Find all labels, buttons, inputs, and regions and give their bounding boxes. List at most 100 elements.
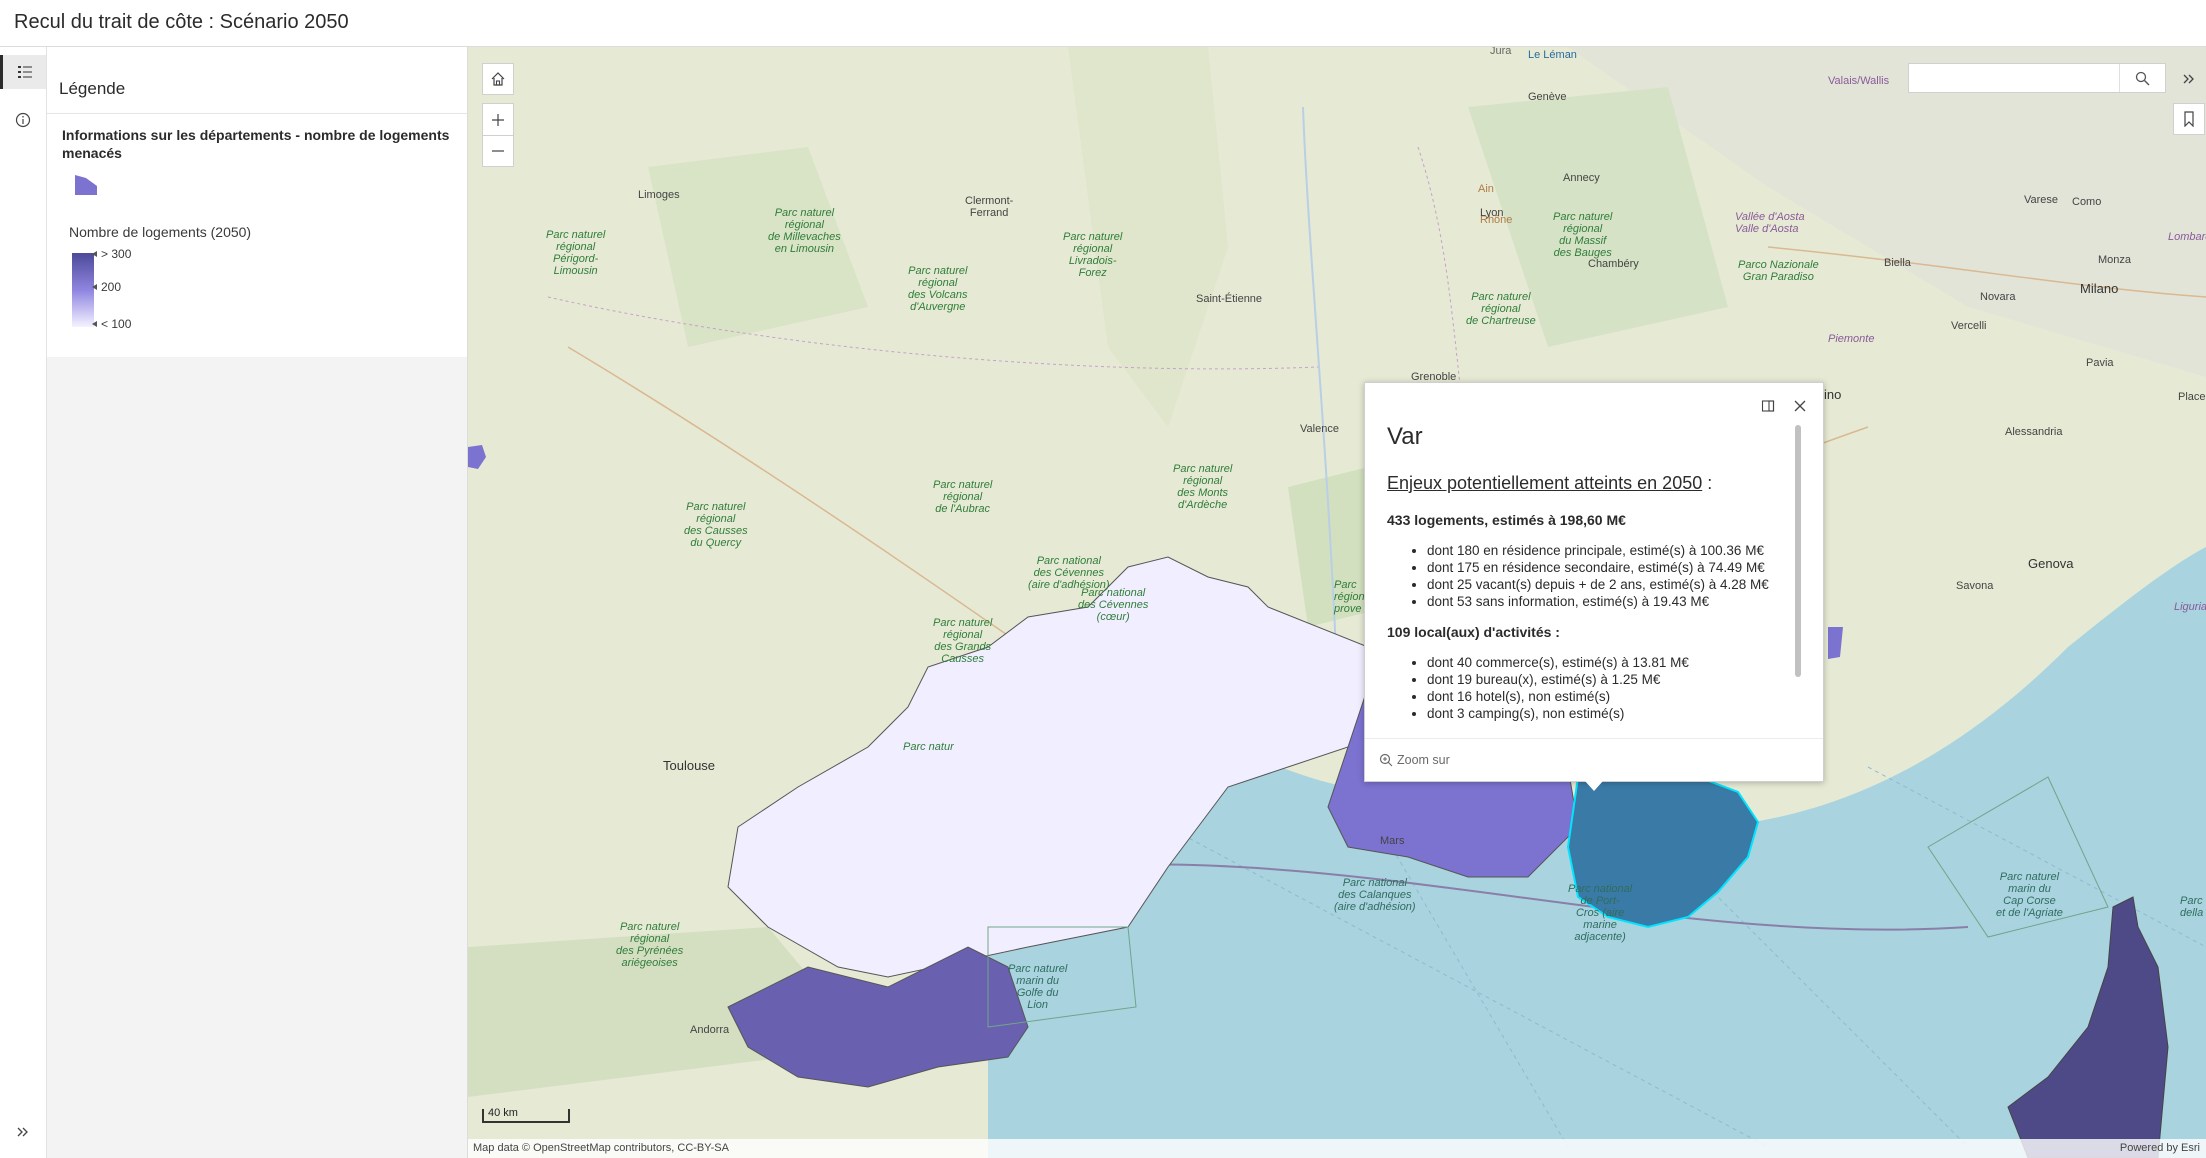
- city-label: Saint-Étienne: [1196, 293, 1263, 305]
- home-button[interactable]: [482, 63, 514, 95]
- marine-park-label: Parc della: [2180, 895, 2204, 919]
- divider: [47, 113, 467, 114]
- city-label: Novara: [1980, 291, 2016, 303]
- city-label: Vercelli: [1951, 320, 1987, 332]
- ramp-label-mid: 200: [91, 280, 122, 294]
- zoom-to-button[interactable]: Zoom sur: [1379, 753, 1450, 767]
- info-action-button[interactable]: [6, 103, 40, 137]
- attribution-text: Map data © OpenStreetMap contributors, C…: [473, 1142, 729, 1154]
- city-label: Limoges: [638, 189, 680, 201]
- city-label: Milano: [2080, 281, 2119, 296]
- city-label: Placen: [2178, 391, 2206, 403]
- zoom-in-button[interactable]: [482, 103, 514, 135]
- city-label: Como: [2072, 196, 2102, 208]
- city-label: Genève: [1528, 91, 1567, 103]
- layer-title: Informations sur les départements - nomb…: [62, 127, 450, 161]
- search-button[interactable]: [2119, 64, 2165, 92]
- dock-icon: [1761, 400, 1775, 412]
- info-icon: [15, 112, 31, 128]
- list-item: dont 3 camping(s), non estimé(s): [1427, 705, 1797, 722]
- app-title: Recul du trait de côte : Scénario 2050: [14, 11, 349, 33]
- popup-subtitle: Enjeux potentiellement atteints en 2050 …: [1387, 473, 1797, 494]
- housing-summary: 433 logements, estimés à 198,60 M€: [1387, 512, 1626, 528]
- park-label: Parc naturel régional du Massif des Baug…: [1553, 211, 1613, 259]
- legend-action-button[interactable]: [0, 55, 46, 89]
- city-label: Valence: [1300, 423, 1339, 435]
- city-label: Andorra: [690, 1024, 730, 1036]
- popup-content: Var Enjeux potentiellement atteints en 2…: [1387, 423, 1797, 723]
- region-label: Jura: [1490, 47, 1512, 57]
- bookmark-icon: [2184, 111, 2194, 127]
- scale-bar: 40 km: [482, 1107, 570, 1123]
- powered-by-text[interactable]: Powered by Esri: [2120, 1142, 2200, 1154]
- close-icon: [1794, 400, 1806, 412]
- dock-button[interactable]: [1757, 395, 1779, 417]
- search-widget: [1908, 63, 2166, 93]
- marine-park-label: Parc national de Port- Cros (aire marine…: [1568, 883, 1633, 943]
- chevrons-right-icon: [17, 1127, 28, 1137]
- marine-park-label: Parc naturel marin du Cap Corse et de l'…: [1996, 871, 2063, 919]
- app-header: Recul du trait de côte : Scénario 2050: [0, 0, 2206, 47]
- zoom-out-button[interactable]: [482, 135, 514, 167]
- ramp-title: Nombre de logements (2050): [69, 224, 252, 240]
- city-label: Monza: [2098, 254, 2132, 266]
- close-button[interactable]: [1789, 395, 1811, 417]
- action-rail: [0, 47, 47, 1158]
- river-label: Ain: [1478, 183, 1494, 195]
- scale-label: 40 km: [488, 1107, 518, 1119]
- map-view[interactable]: Genève Le Léman Jura Valais/Wallis Annec…: [468, 47, 2206, 1158]
- ramp-label-high: > 300: [91, 247, 132, 261]
- search-input[interactable]: [1909, 64, 2117, 92]
- popup-pointer: [1585, 781, 1603, 791]
- list-item: dont 40 commerce(s), estimé(s) à 13.81 M…: [1427, 654, 1797, 671]
- home-icon: [491, 72, 505, 86]
- city-label: Mars: [1380, 835, 1405, 847]
- minus-icon: [492, 150, 504, 152]
- city-label: Biella: [1884, 257, 1911, 269]
- popup-footer: Zoom sur: [1365, 738, 1823, 782]
- city-label: Chambéry: [1588, 258, 1639, 270]
- activity-summary: 109 local(aux) d'activités :: [1387, 624, 1560, 640]
- region-label: Vallée d'Aosta Valle d'Aosta: [1735, 211, 1805, 235]
- park-label: Parc naturel régional des Monts d'Ardèch…: [1173, 463, 1233, 511]
- feature-popup: Var Enjeux potentiellement atteints en 2…: [1364, 382, 1824, 782]
- collapse-panel-button[interactable]: [2173, 63, 2205, 95]
- popup-subtitle-suffix: :: [1702, 473, 1713, 493]
- region-label: Lombard: [2168, 231, 2206, 243]
- park-label: Parc naturel régional de Millevaches en …: [768, 207, 841, 255]
- attribution-bar: Map data © OpenStreetMap contributors, C…: [468, 1139, 2206, 1158]
- legend-heading: Légende: [59, 79, 126, 98]
- zoom-to-label: Zoom sur: [1397, 753, 1450, 767]
- region-label: Valais/Wallis: [1828, 75, 1890, 87]
- city-label: Annecy: [1563, 172, 1600, 184]
- city-label: Varese: [2024, 194, 2059, 206]
- park-label: Parc naturel régional de l'Aubrac: [933, 479, 993, 515]
- lake-label: Le Léman: [1528, 49, 1577, 61]
- park-label: Parc naturel régional des Pyrénées ariég…: [616, 921, 684, 969]
- expand-rail-button[interactable]: [6, 1115, 40, 1149]
- park-label: Parco Nazionale Gran Paradiso: [1738, 259, 1819, 283]
- activity-list: dont 40 commerce(s), estimé(s) à 13.81 M…: [1387, 654, 1797, 722]
- legend-panel: Légende Informations sur les département…: [47, 47, 468, 1158]
- marine-park-label: Parc naturel marin du Golfe du Lion: [1008, 963, 1068, 1011]
- legend-icon: [17, 66, 32, 78]
- park-label: Parc national des Cévennes (cœur): [1078, 587, 1149, 623]
- city-label: ino: [1824, 387, 1842, 402]
- bookmarks-button[interactable]: [2173, 103, 2205, 135]
- park-label: Parc naturel régional de Chartreuse: [1466, 291, 1536, 327]
- park-label: Parc natur: [903, 741, 954, 753]
- list-item: dont 175 en résidence secondaire, estimé…: [1427, 559, 1797, 576]
- park-label: Parc naturel régional Livradois- Forez: [1063, 231, 1123, 279]
- list-item: dont 16 hotel(s), non estimé(s): [1427, 688, 1797, 705]
- plus-icon: [492, 113, 504, 126]
- popup-title: Var: [1387, 423, 1423, 450]
- region-label: Piemonte: [1828, 333, 1875, 345]
- ramp-label-low: < 100: [91, 317, 132, 331]
- park-label: Parc naturel régional des Volcans d'Auve…: [908, 265, 968, 313]
- city-label: Clermont- Ferrand: [965, 195, 1014, 219]
- region-label: Liguria: [2174, 601, 2206, 613]
- park-label: Parc naturel régional des Grands Causses: [933, 617, 993, 665]
- list-item: dont 19 bureau(x), estimé(s) à 1.25 M€: [1427, 671, 1797, 688]
- color-ramp: [72, 253, 94, 327]
- city-label: Pavia: [2086, 357, 2114, 369]
